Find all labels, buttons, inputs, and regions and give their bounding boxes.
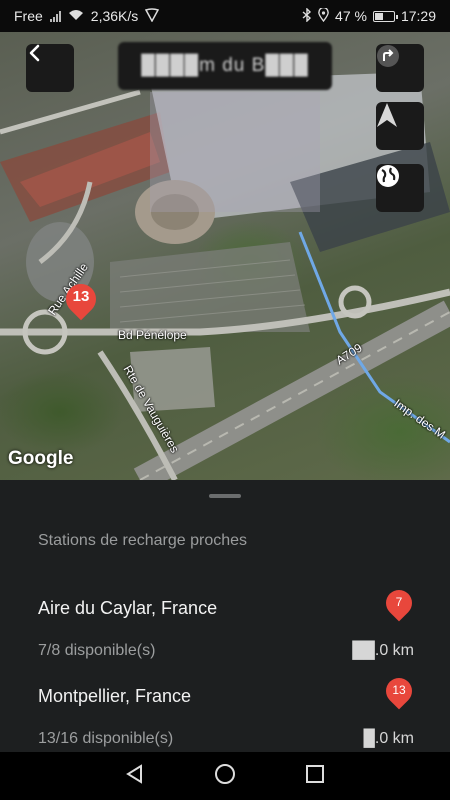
back-triangle-icon[interactable] bbox=[124, 763, 146, 790]
station-distance: ██.0 km bbox=[352, 642, 414, 659]
google-attribution: Google bbox=[8, 448, 74, 469]
station-name: Montpellier, France bbox=[38, 686, 192, 706]
station-pin-icon: 7 bbox=[380, 584, 418, 624]
station-availability: 13/16 disponible(s) bbox=[38, 730, 174, 747]
carrier-label: Free bbox=[14, 8, 43, 24]
station-availability: 7/8 disponible(s) bbox=[38, 642, 156, 659]
sheet-drag-handle[interactable] bbox=[209, 494, 241, 498]
station-item[interactable]: Montpellier, France 13 13/16 disponible(… bbox=[38, 672, 418, 747]
destination-search-field[interactable]: ████m du B███ bbox=[118, 42, 332, 90]
satellite-toggle-button[interactable] bbox=[376, 164, 424, 212]
signal-icon bbox=[49, 10, 61, 22]
station-item[interactable]: Aire du Caylar, France 7 7/8 disponible(… bbox=[38, 584, 418, 659]
charging-station-pin[interactable]: 13 bbox=[59, 277, 103, 322]
back-button[interactable] bbox=[26, 44, 74, 92]
map-view[interactable]: Rue Achille Bd Pénélope Rte de Vauguière… bbox=[0, 32, 450, 480]
location-icon bbox=[318, 6, 329, 25]
battery-percent: 47 % bbox=[335, 8, 367, 24]
navigate-button[interactable] bbox=[376, 102, 424, 150]
network-speed: 2,36K/s bbox=[90, 8, 139, 24]
street-label-bd-penelope: Bd Pénélope bbox=[118, 328, 187, 342]
station-pin-icon: 13 bbox=[380, 672, 418, 712]
nearby-stations-sheet[interactable]: Stations de recharge proches Aire du Cay… bbox=[0, 480, 450, 752]
clock: 17:29 bbox=[400, 8, 436, 24]
home-circle-icon[interactable] bbox=[214, 763, 236, 790]
battery-icon bbox=[372, 10, 398, 22]
search-text: ████m du B███ bbox=[141, 55, 309, 76]
sheet-title: Stations de recharge proches bbox=[38, 532, 248, 549]
bluetooth-icon bbox=[302, 6, 312, 25]
tesla-logo-icon bbox=[145, 7, 160, 25]
station-name: Aire du Caylar, France bbox=[38, 598, 218, 618]
station-distance: █.0 km bbox=[363, 730, 414, 747]
satellite-imagery bbox=[0, 72, 450, 480]
route-button[interactable] bbox=[376, 44, 424, 92]
system-navigation-bar bbox=[0, 752, 450, 800]
status-bar: Free 2,36K/s 47 % 17:29 bbox=[0, 0, 450, 32]
wifi-icon bbox=[68, 9, 84, 24]
recents-square-icon[interactable] bbox=[304, 763, 326, 790]
